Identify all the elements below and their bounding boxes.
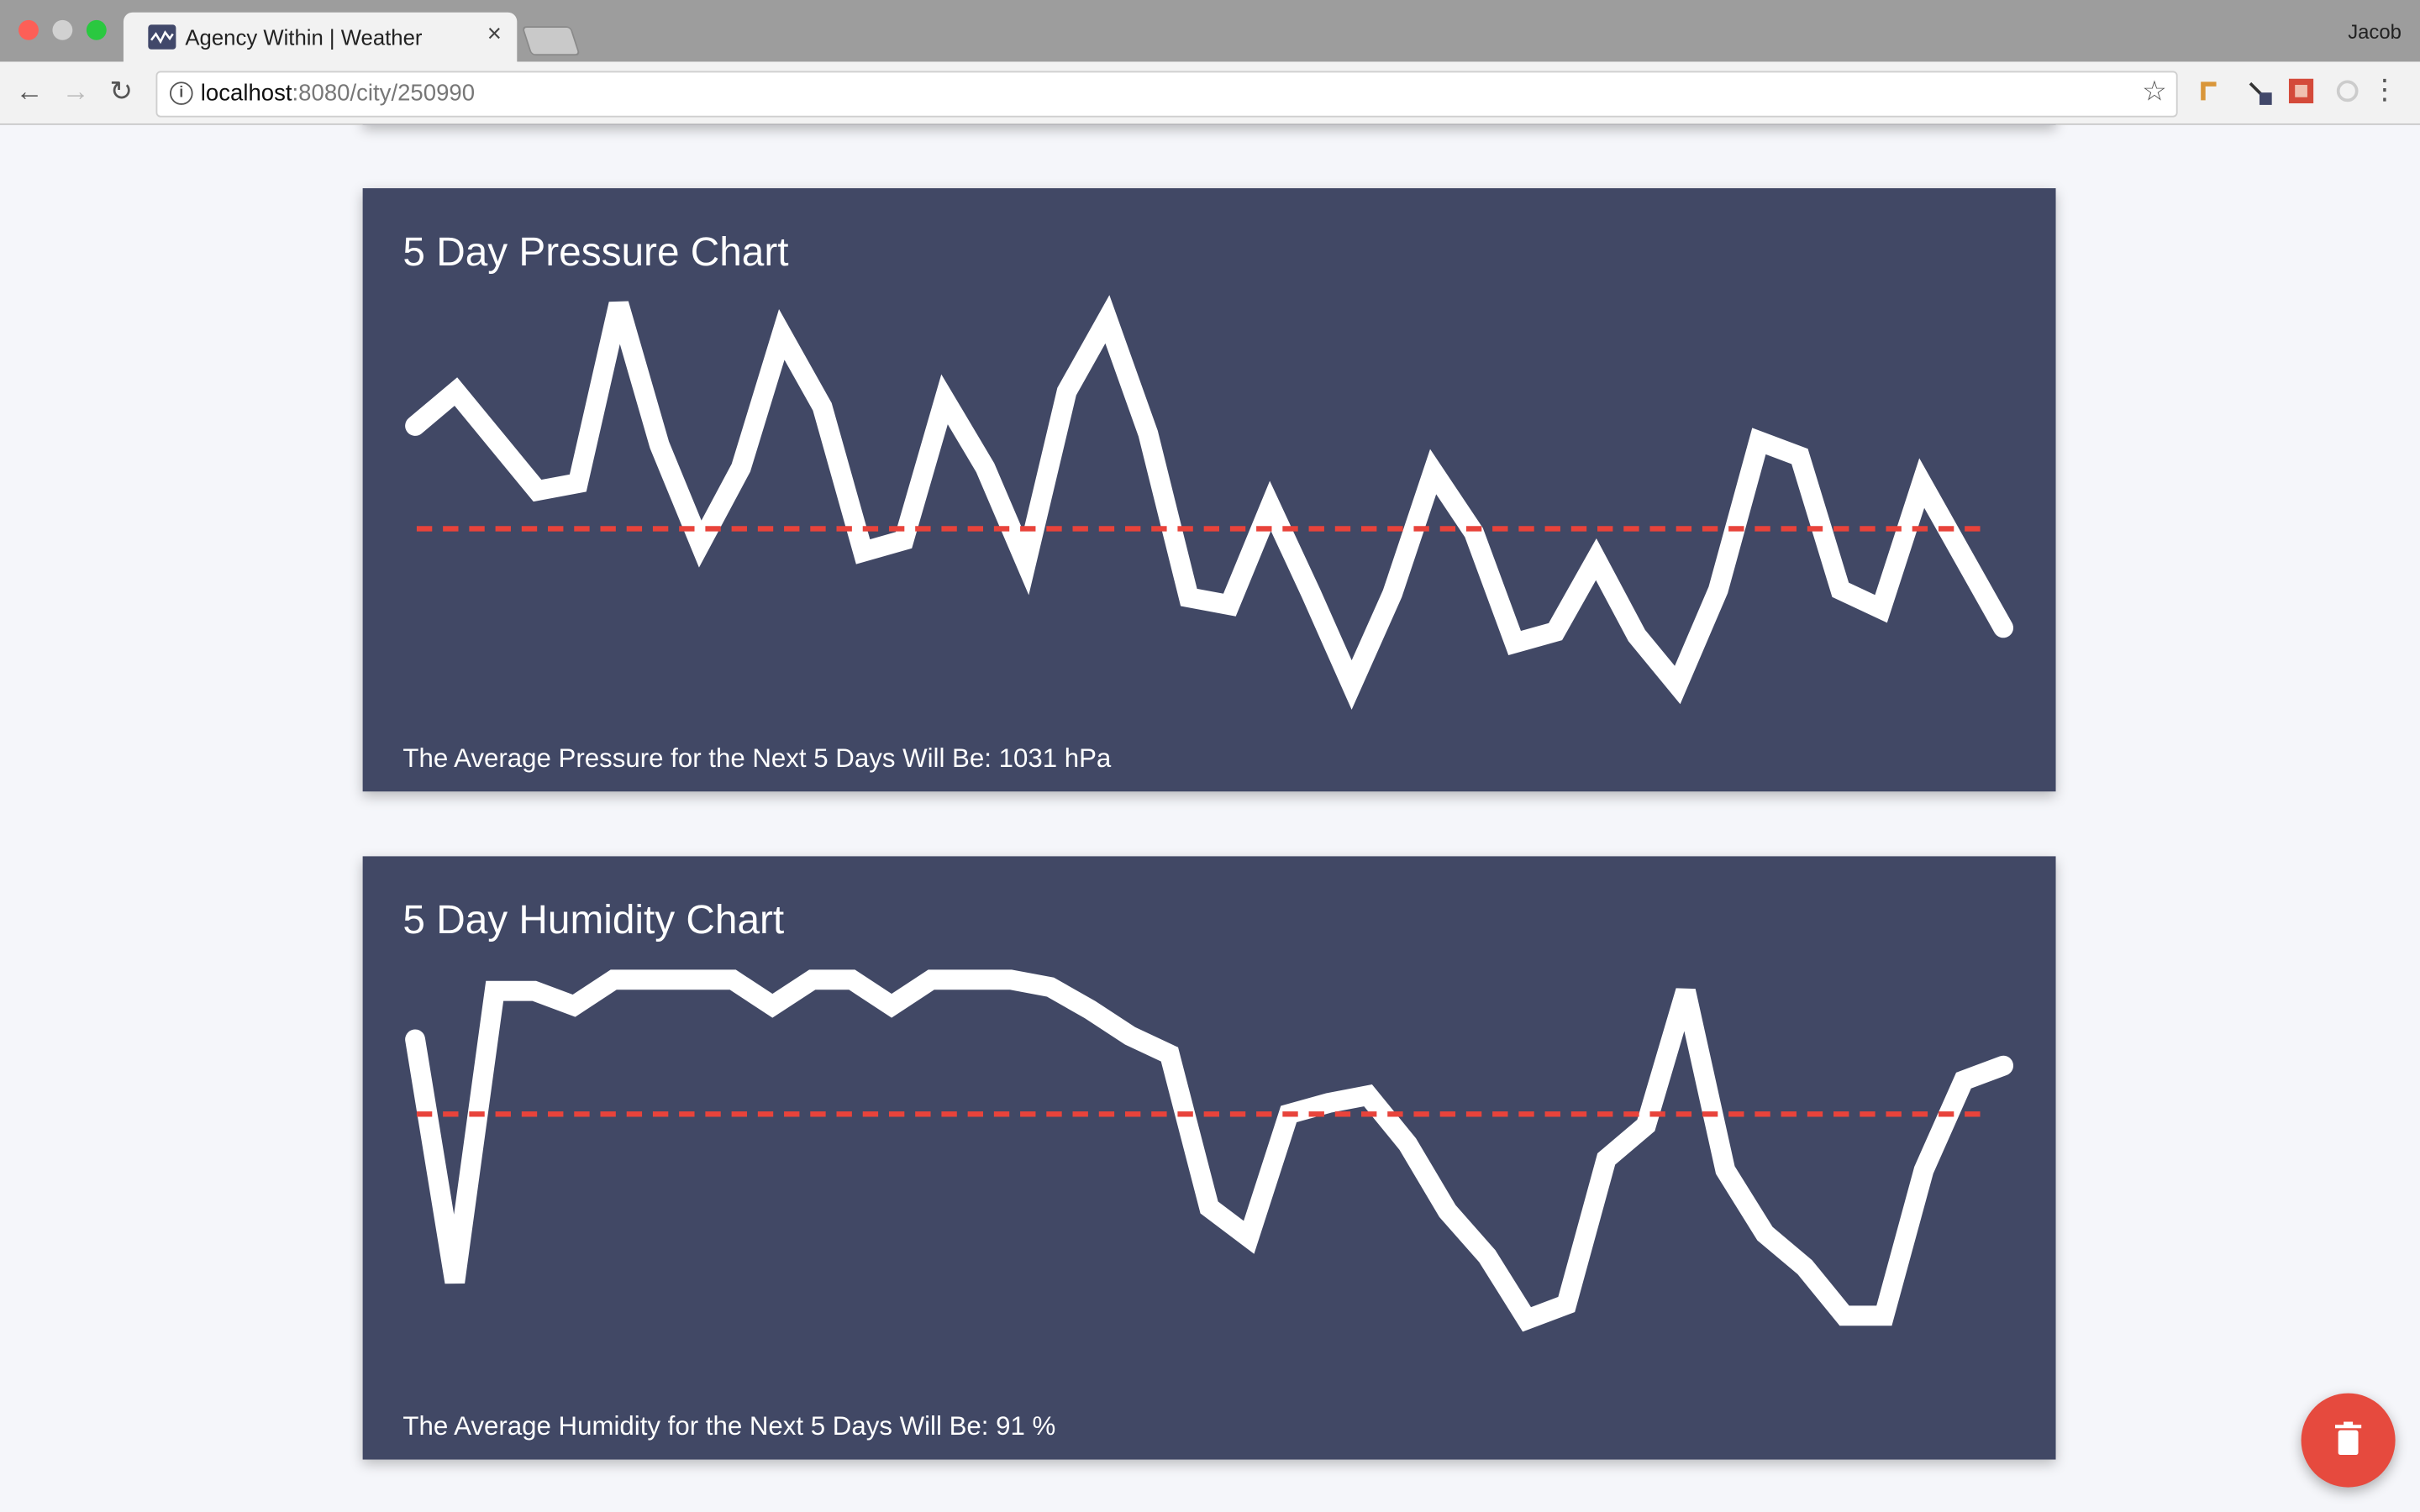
extension-eyedropper-icon[interactable] [2245,79,2272,105]
new-tab-button[interactable] [521,26,581,56]
active-tab[interactable]: Agency Within | Weather × [123,12,518,62]
browser-toolbar: ← → ↻ i localhost:8080/city/250990 ☆ ⋮ [0,61,2420,125]
series-line [405,969,2014,1332]
humidity-average-text: The Average Humidity for the Next 5 Days… [402,1411,1056,1441]
reload-icon[interactable]: ↻ [109,76,133,108]
browser-menu-icon[interactable]: ⋮ [2370,76,2398,103]
url-text[interactable]: localhost:8080/city/250990 [201,81,475,107]
delete-fab-button[interactable] [2301,1393,2396,1488]
forward-arrow-icon[interactable]: → [61,76,89,108]
trash-icon [2334,1421,2362,1456]
page-viewport: 5 Day Pressure Chart The Average Pressur… [0,125,2420,1512]
extension-swirl-icon[interactable] [2335,79,2360,103]
pressure-line-chart [405,295,2014,710]
info-icon[interactable]: i [170,81,193,105]
address-bar[interactable]: i localhost:8080/city/250990 ☆ [155,71,2178,118]
tab-close-icon[interactable]: × [487,22,502,50]
wave-favicon-icon [148,24,176,50]
tab-title: Agency Within | Weather [185,24,423,50]
minimize-window-button[interactable] [52,19,73,40]
humidity-chart-card: 5 Day Humidity Chart The Average Humidit… [362,856,2056,1460]
back-arrow-icon[interactable]: ← [15,76,43,108]
bookmark-star-icon[interactable]: ☆ [2142,76,2167,108]
humidity-line-chart [405,969,2014,1332]
extension-ruler-icon[interactable] [2196,79,2221,103]
series-line [405,295,2014,710]
close-window-button[interactable] [18,19,39,40]
browser-tab-bar: Agency Within | Weather × Jacob [0,0,2420,62]
pressure-chart-card: 5 Day Pressure Chart The Average Pressur… [362,188,2056,792]
extension-grid-icon[interactable] [2288,78,2314,104]
profile-name[interactable]: Jacob [2348,20,2402,44]
pressure-average-text: The Average Pressure for the Next 5 Days… [402,743,1112,774]
zoom-window-button[interactable] [86,19,107,40]
